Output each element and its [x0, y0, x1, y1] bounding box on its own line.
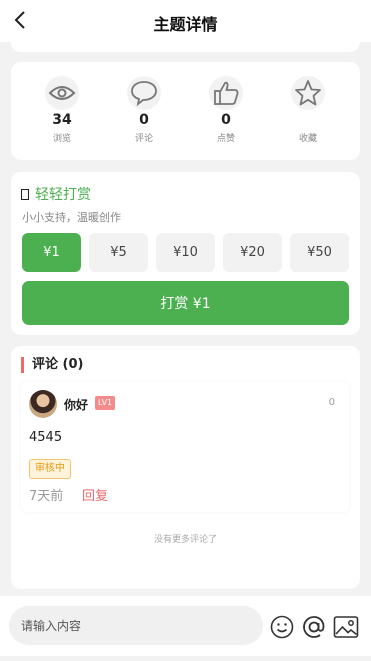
stats-card: 34 浏览 0 评论 0 点赞 收藏	[11, 62, 360, 160]
stat-comments[interactable]: 0 评论	[103, 62, 185, 160]
stat-views: 34 浏览	[21, 62, 103, 160]
stat-likes[interactable]: 0 点赞	[185, 62, 267, 160]
comments-label: 评论	[134, 134, 153, 144]
at-icon[interactable]	[301, 614, 327, 640]
status-badge: 审核中	[29, 459, 71, 479]
thumbs-up-icon[interactable]	[209, 76, 243, 110]
reward-subtitle: 小小支持，温暖创作	[22, 211, 121, 224]
favorites-label: 收藏	[298, 134, 317, 144]
page-title: 主题详情	[153, 15, 218, 34]
gift-icon	[21, 188, 29, 200]
star-icon[interactable]	[291, 76, 325, 110]
reward-amount-option[interactable]: ¥1	[22, 233, 81, 272]
reward-card: 轻轻打赏 小小支持，温暖创作 ¥1 ¥5 ¥10 ¥20 ¥50 打赏 ¥1	[11, 172, 360, 335]
topic-content-card	[11, 38, 360, 52]
reward-title: 轻轻打赏	[21, 184, 91, 204]
comments-card: 评论 (0) 你好 LV1 0 4545 审核中 7天前 回复 没有更多评论了	[11, 346, 360, 589]
comments-section-title: 评论 (0)	[21, 357, 83, 373]
comment-composer	[0, 596, 371, 656]
reward-title-text: 轻轻打赏	[35, 187, 91, 203]
likes-label: 点赞	[216, 134, 235, 144]
reward-submit-button[interactable]: 打赏 ¥1	[22, 281, 349, 325]
reward-amount-option[interactable]: ¥5	[89, 233, 148, 272]
reward-amount-option[interactable]: ¥20	[223, 233, 282, 272]
reward-amount-option[interactable]: ¥10	[156, 233, 215, 272]
emoji-icon[interactable]	[269, 614, 295, 640]
views-label: 浏览	[52, 134, 71, 144]
reward-amount-options: ¥1 ¥5 ¥10 ¥20 ¥50	[22, 233, 349, 272]
user-level-badge: LV1	[95, 396, 116, 410]
likes-count: 0	[221, 112, 231, 128]
views-count: 34	[52, 112, 72, 128]
stat-favorites[interactable]: 收藏	[267, 62, 349, 160]
comment-username[interactable]: 你好	[64, 396, 88, 413]
comment-item: 你好 LV1 0 4545 审核中 7天前 回复	[21, 382, 349, 512]
header-bar: 主题详情	[0, 0, 371, 42]
comment-content: 4545	[29, 430, 63, 445]
reply-button[interactable]: 回复	[82, 485, 108, 504]
reward-amount-option[interactable]: ¥50	[290, 233, 349, 272]
comment-time: 7天前	[29, 489, 64, 504]
eye-icon	[45, 76, 79, 110]
comments-count: 0	[139, 112, 149, 128]
comment-input[interactable]	[9, 606, 263, 645]
avatar[interactable]	[29, 390, 57, 418]
comment-like-count[interactable]: 0	[329, 397, 335, 408]
no-more-comments-text: 没有更多评论了	[153, 535, 217, 545]
comment-icon[interactable]	[127, 76, 161, 110]
image-icon[interactable]	[333, 614, 359, 640]
